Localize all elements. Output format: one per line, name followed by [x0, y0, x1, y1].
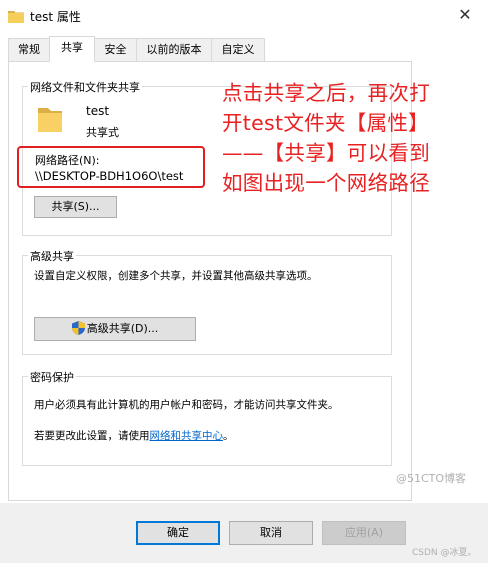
highlight-box — [17, 146, 205, 188]
password-protection-hint: 若要更改此设置，请使用网络和共享中心。 — [34, 428, 234, 443]
watermark-51cto: @51CTO博客 — [396, 472, 467, 485]
advanced-share-button-label: 高级共享(D)... — [86, 322, 159, 335]
password-protection-description: 用户必须具有此计算机的用户帐户和密码，才能访问共享文件夹。 — [34, 399, 339, 411]
folder-icon — [8, 9, 24, 26]
password-hint-suffix: 。 — [223, 430, 234, 442]
network-sharing-center-link[interactable]: 网络和共享中心 — [150, 430, 224, 442]
password-hint-prefix: 若要更改此设置，请使用 — [34, 430, 150, 442]
tab-previous-versions[interactable]: 以前的版本 — [136, 38, 212, 61]
apply-button[interactable]: 应用(A) — [322, 521, 406, 545]
advanced-share-group-title: 高级共享 — [28, 248, 76, 264]
watermark-csdn: CSDN @冰夏。 — [412, 548, 477, 558]
folder-share-status: 共享式 — [86, 126, 119, 139]
advanced-share-description: 设置自定义权限，创建多个共享，并设置其他高级共享选项。 — [34, 270, 318, 282]
network-share-group-title: 网络文件和文件夹共享 — [28, 79, 142, 95]
title-bar: test 属性 ✕ — [0, 0, 488, 32]
annotation-text: 点击共享之后，再次打 开test文件夹【属性】 ——【共享】可以看到 如图出现一… — [222, 81, 430, 195]
advanced-share-button[interactable]: 高级共享(D)... — [34, 317, 196, 341]
window-title: test 属性 — [30, 10, 81, 24]
password-protection-group-title: 密码保护 — [28, 369, 76, 385]
uac-shield-icon — [71, 321, 85, 343]
share-button[interactable]: 共享(S)... — [34, 196, 117, 218]
tab-sharing[interactable]: 共享 — [49, 36, 95, 62]
password-protection-group — [22, 376, 392, 466]
folder-name: test — [86, 104, 110, 118]
tab-customize[interactable]: 自定义 — [211, 38, 265, 61]
shared-folder-icon — [36, 104, 64, 137]
cancel-button[interactable]: 取消 — [229, 521, 313, 545]
close-button[interactable]: ✕ — [442, 0, 488, 32]
tab-security[interactable]: 安全 — [94, 38, 137, 61]
properties-dialog: test 属性 ✕ 常规 共享 安全 以前的版本 自定义 网络文件和文件夹共享 … — [0, 0, 488, 563]
ok-button[interactable]: 确定 — [136, 521, 220, 545]
tab-general[interactable]: 常规 — [8, 38, 50, 61]
